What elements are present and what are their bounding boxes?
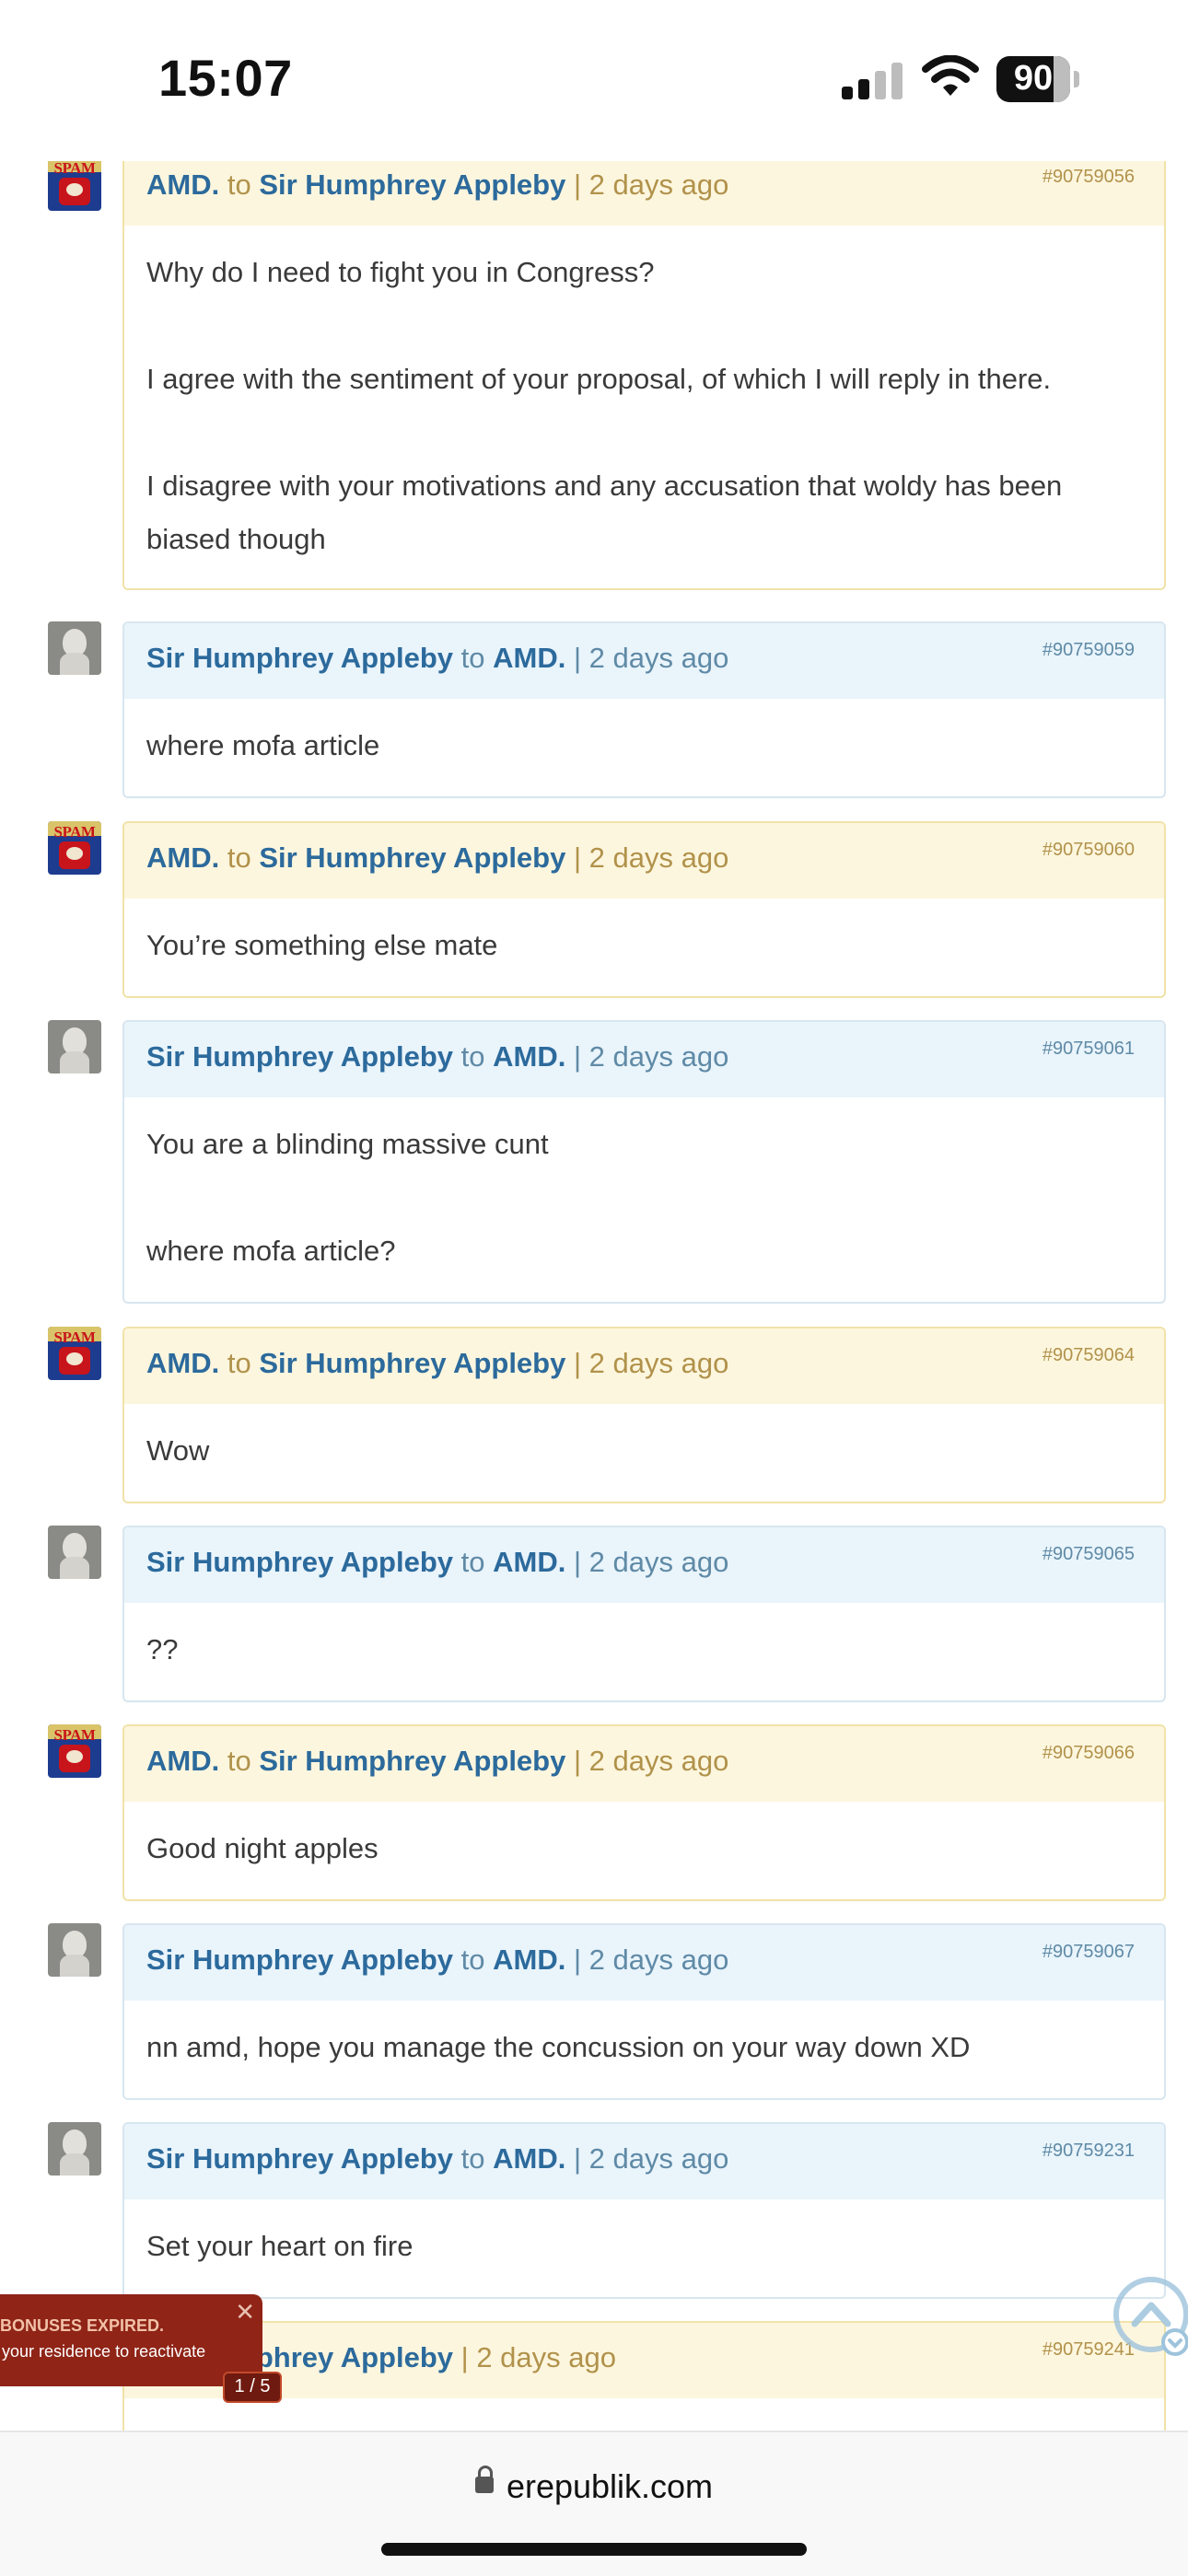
comment-header: Sir Humphrey Appleby to AMD. | 2 days ag… [124, 1925, 1164, 2001]
comment-card: Sir Humphrey Appleby to AMD. | 2 days ag… [122, 2122, 1166, 2299]
avatar[interactable] [48, 1923, 101, 1977]
toast-pager[interactable]: 1 / 5 [223, 2372, 282, 2403]
comment-body: Wow [146, 1434, 210, 1467]
url-text[interactable]: erepublik.com [507, 2467, 713, 2505]
lock-icon [474, 2466, 494, 2494]
author-link[interactable]: Sir Humphrey Appleby [146, 1546, 453, 1578]
comment-time: | 2 days ago [573, 1040, 729, 1073]
comment-id-link[interactable]: #90759066 [1042, 1743, 1135, 1764]
comment-body: ?? [146, 1633, 179, 1665]
comment-time: | 2 days ago [573, 1347, 729, 1379]
comment-time: | 2 days ago [573, 642, 729, 674]
comment-header: Sir Humphrey Appleby to AMD. | 2 days ag… [124, 623, 1164, 699]
close-icon[interactable]: ✕ [235, 2298, 255, 2327]
browser-address-bar[interactable]: erepublik.com [0, 2431, 1188, 2576]
author-link[interactable]: AMD. [146, 1745, 219, 1777]
comment-id-link[interactable]: #90759061 [1042, 1039, 1135, 1060]
comment-time: | 2 days ago [573, 1944, 729, 1976]
comment-body: You are a blinding massive cunt where mo… [146, 1128, 549, 1267]
author-link[interactable]: AMD. [146, 841, 219, 874]
target-link[interactable]: Sir Humphrey Appleby [259, 841, 565, 874]
target-link[interactable]: AMD. [493, 642, 565, 674]
comment-header: AMD. to Sir Humphrey Appleby | 2 days ag… [124, 823, 1164, 899]
comment-time: | 2 days ago [573, 1546, 729, 1578]
comment-card: Sir Humphrey Appleby to AMD. | 2 days ag… [122, 1526, 1166, 1702]
comment-id-link[interactable]: #90759059 [1042, 640, 1135, 661]
target-link[interactable]: AMD. [493, 1040, 565, 1073]
comment-body: where mofa article [146, 729, 380, 761]
target-link[interactable]: AMD. [493, 2142, 565, 2175]
comment-time: | 2 days ago [573, 841, 729, 874]
to-label: to [460, 1944, 485, 1976]
comment-card: Sir Humphrey Appleby to AMD. | 2 days ag… [122, 1020, 1166, 1304]
to-label: to [227, 1347, 251, 1379]
scroll-to-top-icon[interactable] [1111, 2274, 1188, 2357]
to-label: to [460, 1546, 485, 1578]
target-link[interactable]: Sir Humphrey Appleby [259, 168, 565, 201]
to-label: to [227, 841, 251, 874]
comment-id-link[interactable]: #90759067 [1042, 1942, 1135, 1963]
status-bar: 15:07 90 [0, 0, 1188, 161]
avatar[interactable]: SPAM [48, 1724, 101, 1778]
author-link[interactable]: AMD. [146, 168, 219, 201]
comment-id-link[interactable]: #90759065 [1042, 1544, 1135, 1565]
comment-id-link[interactable]: #90759231 [1042, 2141, 1135, 2162]
comment-header: AMD. to Sir Humphrey Appleby | 2 days ag… [124, 161, 1164, 226]
status-time: 15:07 [158, 49, 293, 107]
avatar[interactable]: SPAM [48, 1327, 101, 1380]
comment-card: AMD. to Sir Humphrey Appleby | 2 days ag… [122, 161, 1166, 590]
comment-header: AMD. to Sir Humphrey Appleby | 2 days ag… [124, 1329, 1164, 1404]
to-label: to [227, 168, 251, 201]
to-label: to [460, 1040, 485, 1073]
comment-header: Sir Humphrey Appleby to AMD. | 2 days ag… [124, 1527, 1164, 1603]
comment-header: Sir Humphrey Appleby to AMD. | 2 days ag… [124, 2124, 1164, 2199]
comment-body: Why do I need to fight you in Congress? … [146, 256, 1063, 555]
to-label: to [460, 642, 485, 674]
avatar[interactable] [48, 1020, 101, 1073]
author-link[interactable]: Sir Humphrey Appleby [146, 2142, 453, 2175]
toast-title: BONUSES EXPIRED. [0, 2316, 165, 2335]
toast-message: your residence to reactivate [2, 2342, 206, 2361]
wifi-icon [922, 55, 979, 96]
avatar[interactable]: SPAM [48, 161, 101, 211]
comment-time: | 2 days ago [460, 2341, 616, 2373]
comment-id-link[interactable]: #90759060 [1042, 840, 1135, 861]
avatar[interactable] [48, 2122, 101, 2176]
target-link[interactable]: AMD. [493, 1944, 565, 1976]
to-label: to [227, 1745, 251, 1777]
comment-card: Sir Humphrey Appleby to AMD. | 2 days ag… [122, 621, 1166, 798]
target-link[interactable]: Sir Humphrey Appleby [259, 1347, 565, 1379]
to-label: to [460, 2142, 485, 2175]
battery-level: 90 [1013, 59, 1054, 98]
comment-body: Set your heart on fire [146, 2230, 413, 2262]
comment-header: Sir Humphrey Appleby to AMD. | 2 days ag… [124, 1022, 1164, 1097]
comment-body: Good night apples [146, 1832, 379, 1864]
comment-card: AMD. to Sir Humphrey Appleby | 2 days ag… [122, 821, 1166, 998]
comment-header: AMD. to Sir Humphrey Appleby | 2 days ag… [124, 1726, 1164, 1802]
bonus-expired-toast[interactable]: ✕ BONUSES EXPIRED. your residence to rea… [0, 2294, 262, 2386]
comment-time: | 2 days ago [573, 1745, 729, 1777]
author-link[interactable]: Sir Humphrey Appleby [146, 642, 453, 674]
target-link[interactable]: AMD. [493, 1546, 565, 1578]
target-link[interactable]: Sir Humphrey Appleby [259, 1745, 565, 1777]
home-indicator[interactable] [381, 2543, 807, 2556]
cellular-signal-icon [842, 63, 903, 99]
author-link[interactable]: Sir Humphrey Appleby [146, 1040, 453, 1073]
comment-card: Sir Humphrey Appleby to AMD. | 2 days ag… [122, 1923, 1166, 2100]
avatar[interactable]: SPAM [48, 821, 101, 875]
battery-icon: 90 [996, 56, 1085, 102]
comment-card: AMD. to Sir Humphrey Appleby | 2 days ag… [122, 1724, 1166, 1901]
author-link[interactable]: Sir Humphrey Appleby [146, 1944, 453, 1976]
avatar[interactable] [48, 1526, 101, 1579]
comment-id-link[interactable]: #90759056 [1042, 167, 1135, 188]
author-link[interactable]: AMD. [146, 1347, 219, 1379]
comment-id-link[interactable]: #90759064 [1042, 1345, 1135, 1366]
avatar[interactable] [48, 621, 101, 675]
comment-body: nn amd, hope you manage the concussion o… [146, 2031, 971, 2063]
comment-card: AMD. to Sir Humphrey Appleby | 2 days ag… [122, 1327, 1166, 1503]
comment-feed[interactable]: SPAM AMD. to Sir Humphrey Appleby | 2 da… [0, 161, 1188, 2431]
comment-time: | 2 days ago [573, 2142, 729, 2175]
comment-time: | 2 days ago [573, 168, 729, 201]
comment-body: You’re something else mate [146, 929, 498, 961]
